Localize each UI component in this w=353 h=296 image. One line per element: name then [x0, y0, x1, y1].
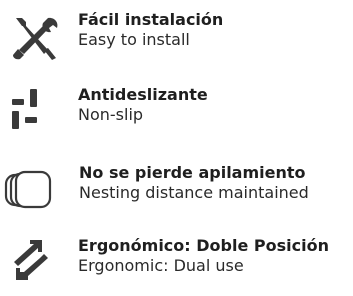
- stacked-glides-icon: [4, 167, 64, 211]
- tools-icon: [4, 16, 64, 60]
- non-slip-icon: [4, 85, 64, 129]
- feature-text: No se pierde apilamiento Nesting distanc…: [79, 163, 309, 203]
- feature-easy-install: Fácil instalación Easy to install: [0, 10, 353, 70]
- feature-text: Fácil instalación Easy to install: [78, 10, 223, 50]
- feature-nesting: No se pierde apilamiento Nesting distanc…: [0, 163, 353, 223]
- feature-text: Antideslizante Non-slip: [78, 85, 208, 125]
- feature-title: Ergonómico: Doble Posición: [78, 236, 329, 255]
- feature-subtitle: Nesting distance maintained: [79, 183, 309, 202]
- feature-subtitle: Non-slip: [78, 105, 144, 124]
- feature-ergonomic: Ergonómico: Doble Posición Ergonomic: Du…: [0, 236, 353, 296]
- feature-text: Ergonómico: Doble Posición Ergonomic: Du…: [78, 236, 329, 276]
- feature-list: Fácil instalación Easy to install Antide…: [0, 0, 353, 288]
- feature-subtitle: Ergonomic: Dual use: [78, 256, 244, 275]
- feature-title: Antideslizante: [78, 85, 208, 104]
- feature-subtitle: Easy to install: [78, 30, 190, 49]
- feature-title: No se pierde apilamiento: [79, 163, 306, 182]
- feature-non-slip: Antideslizante Non-slip: [0, 85, 353, 145]
- feature-title: Fácil instalación: [78, 10, 224, 29]
- dual-arrows-icon: [4, 240, 64, 284]
